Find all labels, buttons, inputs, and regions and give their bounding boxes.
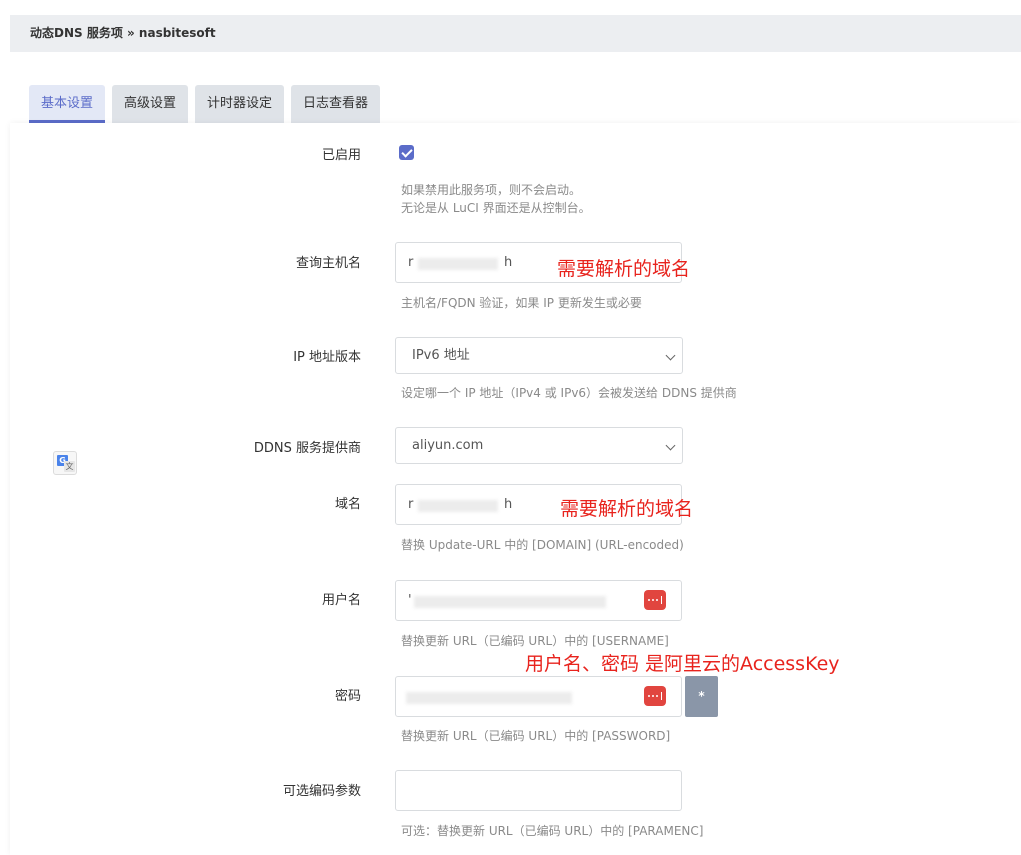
ip-version-value: IPv6 地址	[412, 348, 470, 363]
lookup-host-prefix: r	[408, 255, 414, 270]
tab-bar: 基本设置 高级设置 计时器设定 日志查看器	[29, 85, 381, 123]
param-enc-label: 可选编码参数	[282, 784, 361, 799]
enabled-help-1: 如果禁用此服务项，则不会启动。	[401, 183, 582, 197]
chevron-down-icon	[665, 350, 676, 361]
enabled-checkbox[interactable]	[399, 145, 414, 160]
username-prefix: '	[408, 593, 412, 608]
provider-value: aliyun.com	[412, 438, 484, 453]
settings-panel: 已启用 如果禁用此服务项，则不会启动。 无论是从 LuCI 界面还是从控制台。 …	[10, 123, 1021, 855]
password-label: 密码	[334, 689, 361, 704]
username-label: 用户名	[321, 593, 361, 608]
password-help: 替换更新 URL（已编码 URL）中的 [PASSWORD]	[401, 729, 671, 743]
username-input[interactable]: '	[395, 580, 682, 621]
provider-select[interactable]: aliyun.com	[395, 427, 683, 464]
provider-label: DDNS 服务提供商	[253, 441, 361, 456]
tab-log-viewer[interactable]: 日志查看器	[291, 85, 381, 123]
enabled-label: 已启用	[321, 148, 361, 163]
lookup-host-help: 主机名/FQDN 验证，如果 IP 更新发生或必要	[401, 296, 642, 310]
password-manager-icon[interactable]	[644, 686, 666, 706]
username-help: 替换更新 URL（已编码 URL）中的 [USERNAME]	[401, 634, 669, 648]
tab-timer-settings[interactable]: 计时器设定	[195, 85, 285, 123]
tab-advanced-settings[interactable]: 高级设置	[112, 85, 189, 123]
google-translate-icon[interactable]: G 文	[53, 451, 77, 475]
param-enc-input[interactable]	[395, 770, 682, 811]
lookup-host-label: 查询主机名	[295, 256, 361, 271]
ip-version-label: IP 地址版本	[293, 350, 361, 365]
annotation-lookup-host: 需要解析的域名	[557, 258, 691, 280]
redacted-value	[406, 692, 572, 704]
domain-suffix: h	[504, 497, 513, 512]
lookup-host-suffix: h	[504, 255, 513, 270]
password-input[interactable]	[395, 676, 682, 717]
param-enc-help: 可选：替换更新 URL（已编码 URL）中的 [PARAMENC]	[401, 824, 704, 838]
redacted-value	[414, 596, 606, 608]
annotation-domain: 需要解析的域名	[560, 498, 694, 520]
reveal-password-button[interactable]: *	[685, 676, 718, 717]
domain-help: 替换 Update-URL 中的 [DOMAIN] (URL-encoded)	[401, 538, 684, 552]
ip-version-select[interactable]: IPv6 地址	[395, 337, 683, 374]
domain-prefix: r	[408, 497, 414, 512]
annotation-credentials: 用户名、密码 是阿里云的AccessKey	[525, 653, 840, 675]
tab-basic-settings[interactable]: 基本设置	[29, 85, 106, 123]
ip-version-help: 设定哪一个 IP 地址（IPv4 或 IPv6）会被发送给 DDNS 提供商	[401, 386, 737, 400]
breadcrumb: 动态DNS 服务项 » nasbitesoft	[10, 15, 1021, 52]
chevron-down-icon	[665, 440, 676, 451]
redacted-value	[418, 258, 498, 270]
password-manager-icon[interactable]	[644, 590, 666, 610]
enabled-help-2: 无论是从 LuCI 界面还是从控制台。	[401, 201, 591, 215]
domain-label: 域名	[334, 497, 361, 512]
redacted-value	[418, 500, 498, 512]
